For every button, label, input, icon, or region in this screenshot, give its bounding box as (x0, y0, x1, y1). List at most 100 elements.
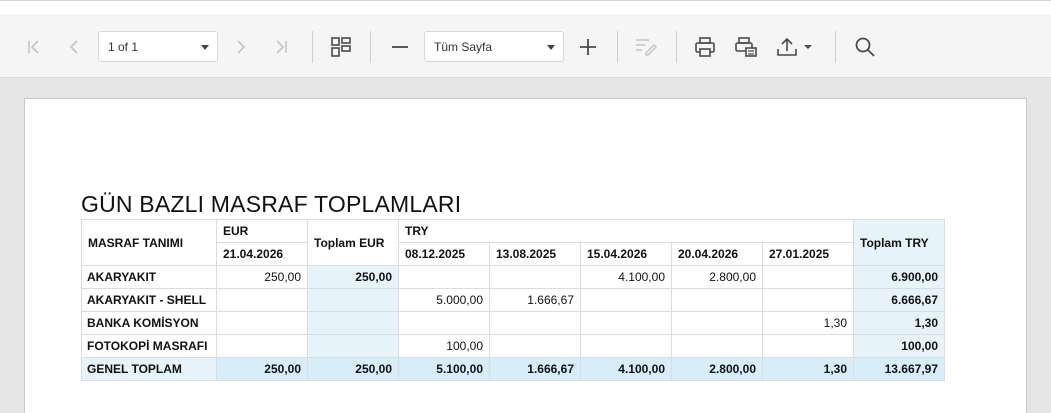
cell (489, 334, 581, 358)
cell (398, 311, 490, 335)
cell (580, 311, 672, 335)
zoom-in-icon (580, 39, 596, 55)
row-label: BANKA KOMİSYON (81, 311, 217, 335)
grand-total-cell: 250,00 (307, 357, 399, 381)
cell: 1,30 (762, 311, 854, 335)
table-row: BANKA KOMİSYON 1,30 1,30 (81, 311, 945, 335)
zoom-selector-value: Tüm Sayfa (434, 39, 493, 54)
cell (762, 288, 854, 312)
first-page-icon (28, 40, 39, 54)
print-page-button[interactable] (732, 34, 760, 60)
multipage-button[interactable] (328, 34, 354, 60)
prev-page-button[interactable] (62, 36, 86, 58)
grand-total-cell: 13.667,97 (853, 357, 945, 381)
table-row: AKARYAKIT 250,00 250,00 4.100,00 2.800,0… (81, 265, 945, 289)
multipage-icon (331, 37, 351, 57)
edit-icon (636, 39, 657, 56)
report-page: GÜN BAZLI MASRAF TOPLAMLARI MASRAF TANIM… (24, 98, 1027, 413)
cell: 5.000,00 (398, 288, 490, 312)
grand-total-cell: 5.100,00 (398, 357, 490, 381)
total-cell: 100,00 (853, 334, 945, 358)
total-cell: 6.900,00 (853, 265, 945, 289)
last-page-button[interactable] (269, 36, 293, 58)
cell (671, 334, 763, 358)
search-icon (855, 37, 875, 57)
print-button[interactable] (692, 34, 718, 60)
masraf-tanimi-header: MASRAF TANIMI (81, 219, 217, 266)
grand-total-cell: 250,00 (216, 357, 308, 381)
date-header: 15.04.2026 (580, 242, 672, 266)
cell (489, 311, 581, 335)
date-header: 13.08.2025 (489, 242, 581, 266)
search-button[interactable] (852, 34, 878, 60)
cell (762, 265, 854, 289)
cell: 1.666,67 (489, 288, 581, 312)
toolbar-separator (835, 31, 836, 63)
cell: 100,00 (398, 334, 490, 358)
cell (398, 265, 490, 289)
viewer-toolbar: 1 of 1 Tüm Sayfa (0, 14, 1051, 78)
grand-total-cell: 4.100,00 (580, 357, 672, 381)
report-table: MASRAF TANIMI EUR Toplam EUR TRY Toplam … (81, 219, 945, 381)
total-cell: 6.666,67 (853, 288, 945, 312)
grand-total-cell: 2.800,00 (671, 357, 763, 381)
export-button[interactable] (774, 34, 814, 60)
toolbar-separator (676, 31, 677, 63)
date-header: 20.04.2026 (671, 242, 763, 266)
grand-total-cell: 1.666,67 (489, 357, 581, 381)
total-cell: 1,30 (853, 311, 945, 335)
eur-header: EUR (216, 219, 308, 243)
report-title: GÜN BAZLI MASRAF TOPLAMLARI (81, 191, 462, 217)
header-row: MASRAF TANIMI EUR Toplam EUR TRY Toplam … (81, 219, 945, 266)
cell (216, 334, 308, 358)
prev-page-icon (69, 40, 78, 54)
total-cell: 250,00 (307, 265, 399, 289)
grand-total-label: GENEL TOPLAM (81, 357, 217, 381)
table-row: AKARYAKIT - SHELL 5.000,00 1.666,67 6.66… (81, 288, 945, 312)
cell (671, 311, 763, 335)
toolbar-separator (370, 31, 371, 63)
cell (580, 334, 672, 358)
zoom-in-button[interactable] (576, 36, 600, 58)
grand-total-row: GENEL TOPLAM 250,00 250,00 5.100,00 1.66… (81, 357, 945, 381)
row-label: FOTOKOPİ MASRAFI (81, 334, 217, 358)
total-cell (307, 288, 399, 312)
cell (216, 288, 308, 312)
cell: 4.100,00 (580, 265, 672, 289)
top-strip (0, 0, 1051, 14)
cell (216, 311, 308, 335)
zoom-selector[interactable]: Tüm Sayfa (424, 31, 564, 62)
print-page-icon (735, 37, 757, 57)
cell (671, 288, 763, 312)
next-page-button[interactable] (229, 36, 253, 58)
next-page-icon (237, 40, 246, 54)
page-selector[interactable]: 1 of 1 (98, 31, 218, 62)
last-page-icon (276, 40, 287, 54)
zoom-out-button[interactable] (388, 36, 412, 58)
export-icon (777, 37, 812, 56)
chevron-down-icon (547, 45, 555, 50)
cell: 2.800,00 (671, 265, 763, 289)
toolbar-separator (312, 31, 313, 63)
try-header: TRY (398, 219, 854, 243)
row-label: AKARYAKIT (81, 265, 217, 289)
print-icon (695, 37, 715, 57)
cell (762, 334, 854, 358)
edit-button[interactable] (632, 34, 660, 60)
toplam-try-header: Toplam TRY (853, 219, 945, 266)
date-header: 21.04.2026 (216, 242, 308, 266)
toolbar-separator (617, 31, 618, 63)
cell (489, 265, 581, 289)
cell: 250,00 (216, 265, 308, 289)
zoom-out-icon (392, 46, 408, 48)
grand-total-cell: 1,30 (762, 357, 854, 381)
total-cell (307, 334, 399, 358)
row-label: AKARYAKIT - SHELL (81, 288, 217, 312)
table-row: FOTOKOPİ MASRAFI 100,00 100,00 (81, 334, 945, 358)
document-viewer[interactable]: GÜN BAZLI MASRAF TOPLAMLARI MASRAF TANIM… (0, 79, 1051, 413)
toplam-eur-header: Toplam EUR (307, 219, 399, 266)
chevron-down-icon (201, 45, 209, 50)
page-selector-value: 1 of 1 (108, 39, 139, 54)
first-page-button[interactable] (22, 36, 46, 58)
cell (580, 288, 672, 312)
